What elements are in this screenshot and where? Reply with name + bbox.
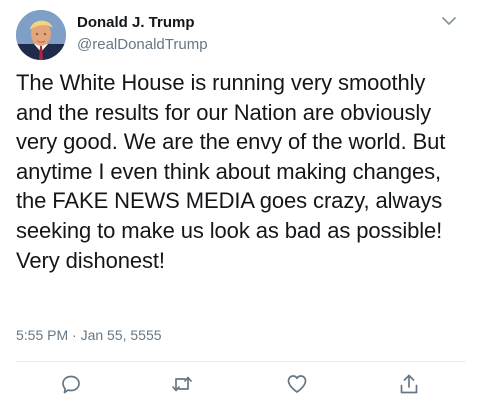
reply-button[interactable] [59,372,83,396]
retweet-button[interactable] [170,372,194,396]
retweet-icon [172,376,192,392]
tweet-card: Donald J. Trump @realDonaldTrump The Whi… [0,0,480,410]
reply-icon [62,375,80,394]
chevron-down-icon [442,17,456,25]
author-handle[interactable]: @realDonaldTrump [77,36,208,53]
heart-icon [287,375,307,393]
avatar[interactable] [16,10,66,60]
tweet-text: The White House is running very smoothly… [16,70,446,273]
author-name[interactable]: Donald J. Trump [77,14,195,31]
more-options-button[interactable] [440,14,458,28]
tweet-timestamp[interactable]: 5:55 PM · Jan 55, 5555 [16,327,162,343]
like-button[interactable] [285,372,309,396]
share-icon [400,374,418,394]
profile-photo-image [16,10,66,60]
divider [16,361,466,362]
share-button[interactable] [397,372,421,396]
tweet-actions [0,372,480,398]
